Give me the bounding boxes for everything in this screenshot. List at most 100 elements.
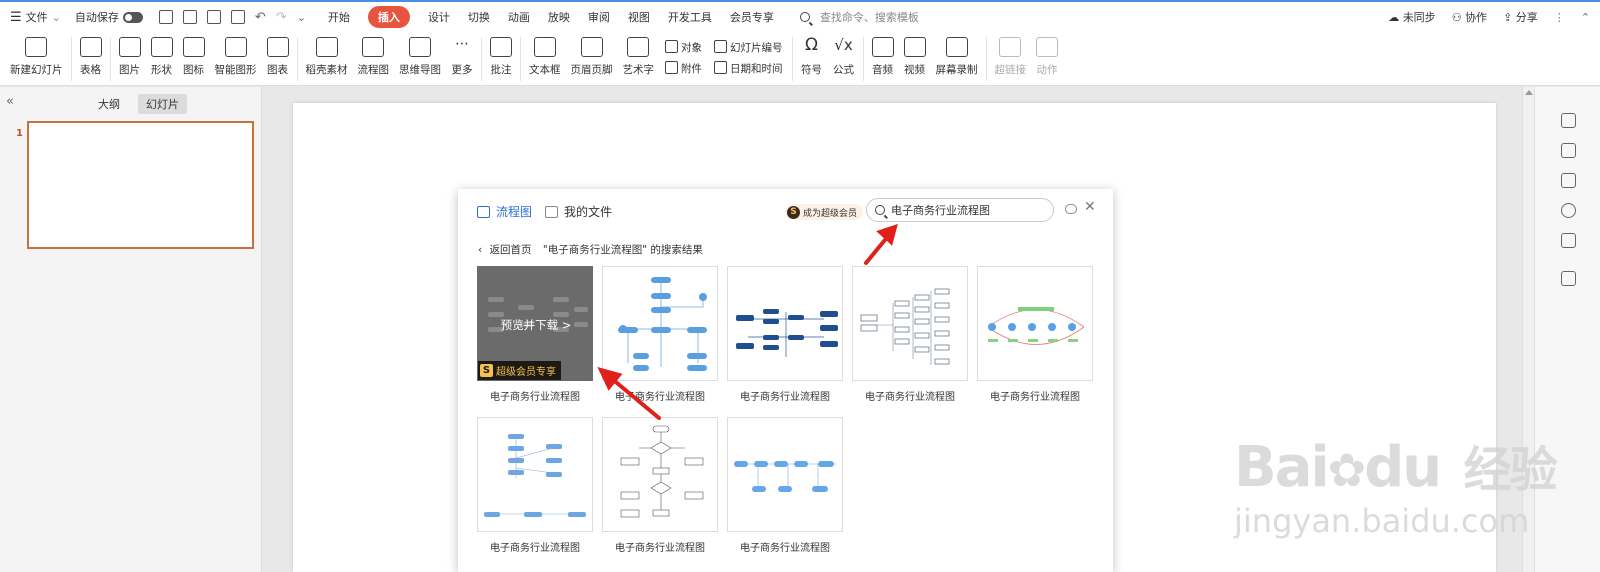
preview-download-button[interactable]: 预览并下载 > [478, 317, 592, 333]
object-button[interactable]: 对象 [665, 40, 702, 55]
cube-icon[interactable] [1561, 271, 1576, 286]
tab-design[interactable]: 设计 [428, 9, 450, 25]
symbol-button[interactable]: Ω 符号 [801, 37, 823, 77]
template-thumbnail[interactable] [602, 417, 718, 532]
template-card[interactable]: 预览并下载 > S 超级会员专享 电子商务行业流程图 [477, 266, 593, 403]
attachment-button[interactable]: 附件 [665, 61, 702, 76]
tab-review[interactable]: 审阅 [588, 9, 610, 25]
template-thumbnail[interactable] [602, 266, 718, 381]
template-thumbnail[interactable]: 预览并下载 > S 超级会员专享 [477, 266, 593, 381]
feedback-icon[interactable] [1065, 204, 1077, 214]
icon-button[interactable]: 图标 [182, 37, 205, 77]
print-preview-icon[interactable] [230, 10, 245, 24]
template-card[interactable]: 电子商务行业流程图 [477, 417, 593, 554]
save-icon[interactable] [158, 10, 173, 24]
smartart-button[interactable]: 智能图形 [215, 37, 257, 77]
template-title[interactable]: 电子商务行业流程图 [477, 539, 593, 554]
new-slide-button[interactable]: 新建幻灯片 [10, 37, 63, 77]
icons-icon [182, 37, 205, 57]
header-footer-button[interactable]: 页眉页脚 [571, 37, 613, 77]
template-card[interactable]: 电子商务行业流程图 [727, 266, 843, 403]
comment-button[interactable]: 批注 [490, 37, 512, 77]
more-button[interactable]: ⋯ 更多 [451, 37, 473, 77]
textbox-button[interactable]: 文本框 [529, 37, 561, 77]
collab-button[interactable]: ⚇ 协作 [1452, 9, 1487, 25]
slide-number-button[interactable]: 幻灯片编号 [714, 40, 783, 55]
collapse-ribbon-icon[interactable]: ⌃ [1581, 11, 1590, 24]
back-chevron-icon[interactable]: ‹ [478, 244, 482, 256]
hyperlink-button[interactable]: 超链接 [995, 37, 1026, 77]
tab-view[interactable]: 视图 [628, 9, 650, 25]
transition-icon[interactable] [1561, 173, 1576, 188]
tab-flowchart[interactable]: 流程图 [477, 203, 532, 220]
tab-start[interactable]: 开始 [328, 9, 350, 25]
tab-insert[interactable]: 插入 [367, 6, 410, 28]
shape-label: 形状 [151, 64, 172, 76]
tab-slides[interactable]: 幻灯片 [138, 94, 187, 114]
template-title[interactable]: 电子商务行业流程图 [602, 539, 718, 554]
chart-button[interactable]: 图表 [266, 37, 289, 77]
wordart-button[interactable]: 艺术字 [623, 37, 654, 77]
tab-transition[interactable]: 切换 [468, 9, 490, 25]
template-card[interactable]: 电子商务行业流程图 [602, 417, 718, 554]
autosave-toggle[interactable]: 自动保存 [75, 9, 143, 25]
backup-icon[interactable] [1561, 233, 1576, 248]
template-title[interactable]: 电子商务行业流程图 [477, 388, 593, 403]
command-search[interactable]: 查找命令、搜索模板 [799, 9, 919, 25]
properties-icon[interactable] [1561, 113, 1576, 128]
material-button[interactable]: 稻壳素材 [306, 37, 348, 77]
back-home-link[interactable]: 返回首页 [490, 244, 532, 256]
template-card[interactable]: 电子商务行业流程图 [852, 266, 968, 403]
tab-developer[interactable]: 开发工具 [668, 9, 712, 25]
template-title[interactable]: 电子商务行业流程图 [727, 388, 843, 403]
tab-slideshow[interactable]: 放映 [548, 9, 570, 25]
vip-coin-icon: S [787, 205, 800, 219]
template-card[interactable]: 电子商务行业流程图 [977, 266, 1093, 403]
action-button[interactable]: 动作 [1036, 37, 1058, 77]
close-icon[interactable]: ✕ [1084, 199, 1096, 215]
vertical-scrollbar[interactable] [1522, 87, 1534, 572]
format-painter-icon[interactable] [182, 10, 197, 24]
template-thumbnail[interactable] [977, 266, 1093, 381]
tab-animation[interactable]: 动画 [508, 9, 530, 25]
template-thumbnail[interactable] [727, 266, 843, 381]
template-thumbnail[interactable] [727, 417, 843, 532]
right-sidebar [1534, 87, 1600, 572]
template-card[interactable]: 电子商务行业流程图 [602, 266, 718, 403]
template-thumbnail[interactable] [477, 417, 593, 532]
formula-button[interactable]: √x 公式 [833, 37, 855, 77]
template-title[interactable]: 电子商务行业流程图 [727, 539, 843, 554]
screen-record-button[interactable]: 屏幕录制 [936, 37, 978, 77]
redo-icon[interactable]: ↷ [276, 10, 287, 25]
video-button[interactable]: 视频 [903, 37, 926, 77]
share-button[interactable]: ⇪ 分享 [1503, 9, 1538, 25]
picture-button[interactable]: 图片 [118, 37, 141, 77]
sync-button[interactable]: ☁ 未同步 [1388, 9, 1436, 25]
customize-toolbar-icon[interactable]: ⌄ [297, 11, 306, 24]
mindmap-button[interactable]: 思维导图 [399, 37, 441, 77]
print-icon[interactable] [206, 10, 221, 24]
file-menu[interactable]: ☰ 文件 ⌄ [10, 9, 61, 25]
shape-button[interactable]: 形状 [150, 37, 173, 77]
more-options-icon[interactable]: ⋮ [1554, 11, 1565, 24]
flowchart-preview-image [620, 425, 704, 518]
template-card[interactable]: 电子商务行业流程图 [727, 417, 843, 554]
become-vip-button[interactable]: S 成为超级会员 [785, 204, 864, 220]
undo-icon[interactable]: ↶ [255, 10, 266, 25]
tab-member[interactable]: 会员专享 [730, 9, 774, 25]
collapse-panel-icon[interactable]: « [6, 94, 14, 109]
template-title[interactable]: 电子商务行业流程图 [602, 388, 718, 403]
tab-outline[interactable]: 大纲 [90, 94, 128, 114]
slide-thumbnail[interactable] [27, 121, 254, 249]
template-search-input[interactable]: 电子商务行业流程图 [866, 198, 1054, 222]
animation-icon[interactable] [1561, 143, 1576, 158]
template-title[interactable]: 电子商务行业流程图 [852, 388, 968, 403]
audio-button[interactable]: 音频 [871, 37, 894, 77]
help-icon[interactable] [1561, 203, 1576, 218]
template-title[interactable]: 电子商务行业流程图 [977, 388, 1093, 403]
flowchart-button[interactable]: 流程图 [358, 37, 389, 77]
template-thumbnail[interactable] [852, 266, 968, 381]
datetime-button[interactable]: 日期和时间 [714, 61, 783, 76]
table-button[interactable]: 表格 [79, 37, 102, 77]
tab-my-files[interactable]: 我的文件 [545, 203, 612, 220]
